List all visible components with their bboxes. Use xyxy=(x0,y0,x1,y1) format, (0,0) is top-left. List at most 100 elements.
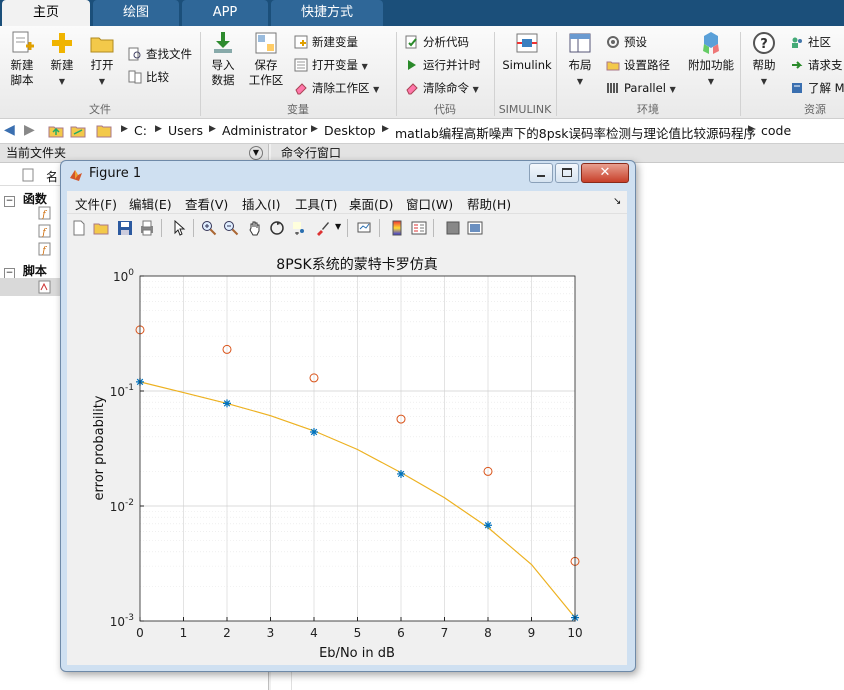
y-tick-label: 10-1 xyxy=(110,383,134,399)
layout-button[interactable]: 布局 ▼ xyxy=(562,26,598,89)
gear-icon xyxy=(607,36,619,48)
help-button[interactable]: ? 帮助 ▼ xyxy=(746,26,782,89)
breadcrumb-project-folder[interactable]: matlab编程高斯噪声下的8psk误码率检测与理论值比较源码程序 xyxy=(395,123,756,142)
new-variable-icon xyxy=(294,35,308,49)
analyze-code-button[interactable]: 分析代码 xyxy=(405,32,469,52)
column-name-header[interactable]: 名 xyxy=(46,168,58,185)
new-script-button[interactable]: 新建 脚本 xyxy=(4,26,40,88)
breadcrumb-administrator[interactable]: Administrator xyxy=(222,123,307,138)
simulink-icon xyxy=(516,33,538,53)
eraser-icon xyxy=(295,83,307,95)
close-button[interactable]: ✕ xyxy=(581,163,629,183)
open-variable-button[interactable]: 打开变量 ▼ xyxy=(294,55,368,75)
community-button[interactable]: 社区 xyxy=(790,32,831,52)
dock-arrow-icon[interactable]: ↘ xyxy=(613,196,621,207)
folder-icon xyxy=(90,37,114,53)
parallel-label: Parallel xyxy=(624,81,666,95)
tab-home[interactable]: 主页 xyxy=(2,0,90,26)
chevron-down-icon: ▼ xyxy=(361,62,368,71)
tab-apps[interactable]: APP xyxy=(182,0,268,26)
menu-window[interactable]: 窗口(W) xyxy=(406,194,453,213)
figure-canvas[interactable]: 0 1 2 3 4 5 6 7 8 9 10 100 10-1 10-2 10-3 8PSK系统的蒙特卡罗… xyxy=(67,242,627,665)
set-path-button[interactable]: 设置路径 xyxy=(606,55,670,75)
chevron-down-icon: ▼ xyxy=(669,85,676,94)
function-file-icon[interactable]: f xyxy=(38,206,52,220)
parallel-button[interactable]: Parallel ▼ xyxy=(606,78,676,98)
menu-help[interactable]: 帮助(H) xyxy=(467,194,511,213)
colorbar-icon[interactable] xyxy=(389,220,405,236)
simulink-button[interactable]: Simulink xyxy=(500,26,554,73)
section-functions[interactable]: − 函数 xyxy=(4,190,47,207)
help-icon: ? xyxy=(753,32,775,54)
new-button[interactable]: 新建 ▼ xyxy=(44,26,80,89)
up-folder-icon[interactable] xyxy=(48,123,64,139)
run-and-time-button[interactable]: 运行并计时 xyxy=(405,55,481,75)
menu-tools[interactable]: 工具(T) xyxy=(295,194,337,213)
print-icon[interactable] xyxy=(139,220,155,236)
maximize-button[interactable] xyxy=(555,163,579,183)
hide-plot-tools-icon[interactable] xyxy=(445,220,461,236)
import-data-button[interactable]: 导入 数据 xyxy=(204,26,242,88)
breadcrumb-code[interactable]: code xyxy=(761,123,791,138)
simulink-label: Simulink xyxy=(502,58,552,72)
minimize-button[interactable] xyxy=(529,163,553,183)
open-button[interactable]: 打开 ▼ xyxy=(84,26,120,89)
clear-commands-button[interactable]: 清除命令 ▼ xyxy=(405,78,479,98)
legend-icon[interactable] xyxy=(411,220,427,236)
figure-window[interactable]: Figure 1 ✕ 文件(F) 编辑(E) 查看(V) 插入(I) 工具(T)… xyxy=(60,160,636,672)
panel-menu-icon[interactable]: ▼ xyxy=(249,146,263,160)
zoom-out-icon[interactable] xyxy=(223,220,239,236)
pan-hand-icon[interactable] xyxy=(247,220,263,236)
open-file-icon[interactable] xyxy=(93,220,109,236)
breadcrumb-desktop[interactable]: Desktop xyxy=(324,123,376,138)
new-variable-label: 新建变量 xyxy=(312,35,358,49)
preferences-button[interactable]: 预设 xyxy=(606,32,647,52)
plot-area[interactable]: 0 1 2 3 4 5 6 7 8 9 10 100 10-1 10-2 10-3 8PSK系统的蒙特卡罗… xyxy=(67,242,627,665)
compare-button[interactable]: 比较 xyxy=(128,67,169,87)
chevron-down-icon: ▼ xyxy=(373,85,380,94)
brush-icon[interactable] xyxy=(315,220,331,236)
figure-titlebar[interactable]: Figure 1 ✕ xyxy=(61,161,635,187)
tab-shortcuts[interactable]: 快捷方式 xyxy=(271,0,383,26)
rotate-3d-icon[interactable] xyxy=(269,220,285,236)
save-icon[interactable] xyxy=(117,220,133,236)
x-tick-label: 1 xyxy=(180,626,188,640)
pointer-icon[interactable] xyxy=(171,220,187,236)
learn-matlab-button[interactable]: 了解 M xyxy=(790,78,844,98)
request-support-button[interactable]: 请求支 xyxy=(790,55,843,75)
function-file-icon[interactable]: f xyxy=(38,224,52,238)
import-data-label: 导入 数据 xyxy=(211,58,235,87)
link-plot-icon[interactable] xyxy=(357,220,373,236)
menu-edit[interactable]: 编辑(E) xyxy=(129,194,172,213)
menu-desktop[interactable]: 桌面(D) xyxy=(349,194,393,213)
chevron-down-icon[interactable]: ▼ xyxy=(335,222,341,231)
file-icon xyxy=(22,168,34,182)
function-file-icon[interactable]: f xyxy=(38,242,52,256)
clear-workspace-button[interactable]: 清除工作区 ▼ xyxy=(294,78,379,98)
new-variable-button[interactable]: 新建变量 xyxy=(294,32,358,52)
browse-folder-icon[interactable] xyxy=(70,123,86,139)
path-separator-icon: ▶ xyxy=(311,124,318,134)
x-tick-label: 6 xyxy=(397,626,405,640)
chevron-down-icon: ▼ xyxy=(472,85,479,94)
addons-button[interactable]: 附加功能 ▼ xyxy=(686,26,736,89)
section-scripts[interactable]: − 脚本 xyxy=(4,262,47,279)
menu-view[interactable]: 查看(V) xyxy=(185,194,228,213)
new-figure-icon[interactable] xyxy=(71,220,87,236)
find-files-button[interactable]: 查找文件 xyxy=(128,44,192,64)
data-cursor-icon[interactable] xyxy=(291,220,307,236)
forward-arrow-icon[interactable]: ▶ xyxy=(24,122,35,138)
breadcrumb-users[interactable]: Users xyxy=(168,123,203,138)
collapse-icon[interactable]: − xyxy=(4,196,15,207)
x-tick-label: 0 xyxy=(136,626,144,640)
zoom-in-icon[interactable] xyxy=(201,220,217,236)
plus-icon xyxy=(52,33,72,53)
menu-file[interactable]: 文件(F) xyxy=(75,194,117,213)
tab-plots[interactable]: 绘图 xyxy=(93,0,179,26)
show-plot-tools-icon[interactable] xyxy=(467,220,483,236)
breadcrumb-drive[interactable]: C: xyxy=(134,123,147,138)
save-workspace-button[interactable]: 保存 工作区 xyxy=(246,26,286,88)
back-arrow-icon[interactable]: ◀ xyxy=(4,122,15,138)
menu-insert[interactable]: 插入(I) xyxy=(242,194,280,213)
chevron-down-icon: ▼ xyxy=(707,77,715,86)
